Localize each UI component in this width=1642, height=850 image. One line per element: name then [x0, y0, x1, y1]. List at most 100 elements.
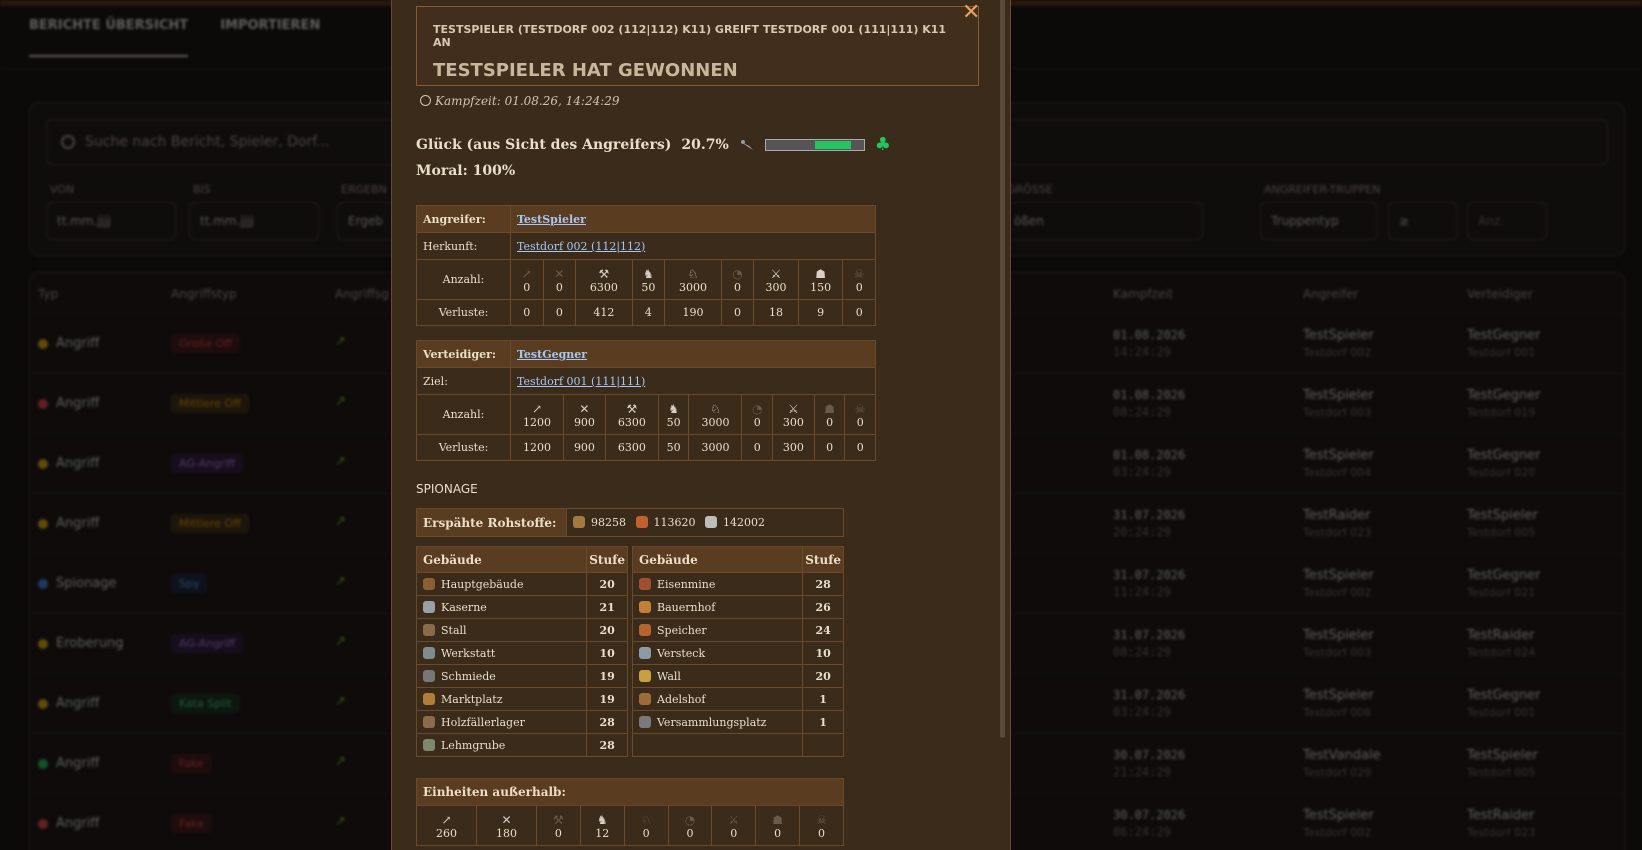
building-name: Adelshof [657, 692, 706, 706]
unit-cell-ram: ⚔ 0 [711, 805, 757, 846]
building-level: 26 [802, 595, 844, 619]
date-text: 01.08.2026 [1113, 328, 1186, 342]
attacker-name[interactable]: TestRaider [1303, 508, 1371, 523]
loss-cell-axe: 412 [575, 299, 633, 326]
speed-icon: ↗ [335, 334, 346, 349]
building-level: 1 [802, 687, 844, 711]
building-name-cell: Marktplatz [415, 687, 588, 711]
defender-village: Testdorf 005 [1467, 526, 1536, 539]
bis-label: BIS [193, 183, 211, 196]
defender-name[interactable]: TestGegner [1467, 448, 1541, 463]
attacker-name[interactable]: TestSpieler [1303, 688, 1374, 703]
attacker-name[interactable]: TestSpieler [1303, 568, 1374, 583]
attacker-count-row: Anzahl: ↗ 0 ✕ 0 ⚒ 6300 ♞ 50 ♘ 3000 ◔ 0 ⚔ 300 ☗ 150 ☠ 0 [416, 259, 876, 300]
attacker-name[interactable]: TestSpieler [1303, 628, 1374, 643]
unit-cell-heavy-cavalry: ◔ 0 [720, 259, 755, 300]
attacker-name[interactable]: TestSpieler [1303, 448, 1374, 463]
building-level: 24 [802, 618, 844, 642]
building-row: Bauernhof 26 [631, 595, 844, 619]
spy-icon: ♞ [596, 813, 608, 827]
col-typ: Typ [38, 287, 59, 301]
unit-cell-light-cavalry: ♘ 3000 [688, 394, 743, 435]
tab-importieren[interactable]: IMPORTIEREN [220, 18, 320, 57]
building-row: Stall 20 [415, 618, 628, 642]
attacker-name[interactable]: TestSpieler [1303, 808, 1374, 823]
defender-name[interactable]: TestGegner [1467, 328, 1541, 343]
unit-count: 6300 [617, 416, 646, 429]
loss-cell-catapult: 0 [813, 434, 846, 461]
angriffstyp-cell: Mittlere Off [171, 394, 249, 413]
unit-count: 300 [765, 281, 787, 294]
building-level: 28 [586, 710, 628, 734]
unit-cell-sword: ✕ 900 [563, 394, 606, 435]
defender-loss-label: Verluste: [416, 434, 511, 461]
verteidiger-cell: TestSpieler Testdorf 005 [1467, 508, 1538, 539]
date-text: 30.07.2026 [1113, 748, 1186, 762]
col-angriffstyp: Angriffstyp [171, 287, 237, 301]
attack-type-badge: Mittlere Off [171, 394, 249, 413]
tab-berichte-uebersicht[interactable]: BERICHTE ÜBERSICHT [29, 18, 189, 57]
verteidiger-cell: TestRaider Testdorf 024 [1467, 628, 1535, 659]
attacker-player-link[interactable]: TestSpieler [517, 213, 586, 226]
defender-player-link[interactable]: TestGegner [517, 348, 587, 361]
defender-count-row: Anzahl: ↗ 1200 ✕ 900 ⚒ 6300 ♞ 50 ♘ 3000 ◔ 0 ⚔ 300 ☗ 0 ☠ 0 [416, 394, 876, 435]
defender-name[interactable]: TestSpieler [1467, 508, 1538, 523]
loss-cell-light-cavalry: 190 [664, 299, 722, 326]
light-cavalry-icon: ♘ [710, 402, 721, 416]
building-name-cell: Versteck [631, 641, 804, 665]
building-name: Speicher [657, 623, 707, 637]
defender-name[interactable]: TestRaider [1467, 808, 1535, 823]
attacker-name[interactable]: TestSpieler [1303, 388, 1374, 403]
close-icon[interactable]: ✕ [962, 2, 980, 24]
date-text: 30.07.2026 [1113, 808, 1186, 822]
defender-village: Testdorf 001 [1467, 346, 1536, 359]
time-text: 03:24:29 [1113, 465, 1171, 479]
ergebnis-select[interactable]: Ergeb [337, 202, 397, 240]
axe-icon: ⚒ [553, 813, 564, 827]
truppentyp-select[interactable]: Truppentyp [1260, 202, 1378, 240]
loss-cell-spear: 0 [510, 299, 544, 326]
building-name-cell: Schmiede [415, 664, 588, 688]
modal-scrollbar[interactable] [1000, 0, 1005, 738]
typ-text: Angriff [56, 456, 100, 471]
status-dot [38, 398, 48, 409]
defender-name[interactable]: TestSpieler [1467, 748, 1538, 763]
von-date-input[interactable]: tt.mm.jjjj [46, 202, 176, 240]
defender-name[interactable]: TestGegner [1467, 688, 1541, 703]
groesse-select[interactable]: ößen [1003, 202, 1203, 240]
unit-count: 3000 [701, 416, 730, 429]
attacker-village: Testdorf 023 [1303, 526, 1372, 539]
angreifer-cell: TestVandale Testdorf 029 [1303, 748, 1381, 779]
operator-select[interactable]: ≥ [1388, 202, 1458, 240]
attacker-village-link[interactable]: Testdorf 002 (112|112) [517, 240, 645, 253]
attacker-name[interactable]: TestVandale [1303, 748, 1381, 763]
anzahl-input[interactable]: Anz. [1467, 202, 1547, 240]
defender-name[interactable]: TestGegner [1467, 388, 1541, 403]
time-text: 08:24:29 [1113, 405, 1171, 419]
loss-cell-heavy-cavalry: 0 [720, 299, 755, 326]
unit-count: 0 [642, 827, 650, 840]
building-icon [423, 715, 435, 728]
unit-count: 0 [818, 827, 826, 840]
defender-village-link[interactable]: Testdorf 001 (111|111) [517, 375, 645, 388]
building-name-cell: Lehmgrube [415, 733, 588, 757]
building-icon [423, 738, 435, 751]
typ-text: Angriff [56, 756, 100, 771]
unit-cell-light-cavalry: ♘ 3000 [664, 259, 722, 300]
loss-cell-spy: 50 [657, 434, 690, 461]
defender-name[interactable]: TestRaider [1467, 628, 1535, 643]
unit-cell-light-cavalry: ♘ 0 [623, 805, 669, 846]
speed-icon: ↗ [335, 514, 346, 529]
iron-icon [705, 516, 717, 528]
col-angriffsg: Angriffsg [335, 287, 389, 301]
attacker-village: Testdorf 003 [1303, 406, 1372, 419]
bis-date-input[interactable]: tt.mm.jjjj [189, 202, 319, 240]
angriffstyp-cell: Kata Split [171, 694, 240, 713]
defender-name-cell: TestGegner [510, 340, 876, 368]
unit-count: 0 [554, 827, 562, 840]
loss-cell-sword: 900 [563, 434, 606, 461]
kampfzeit-cell: 31.07.2026 11:24:29 [1113, 568, 1185, 599]
attacker-name[interactable]: TestSpieler [1303, 328, 1374, 343]
defender-name[interactable]: TestGegner [1467, 568, 1541, 583]
attacker-village: Testdorf 003 [1303, 646, 1372, 659]
